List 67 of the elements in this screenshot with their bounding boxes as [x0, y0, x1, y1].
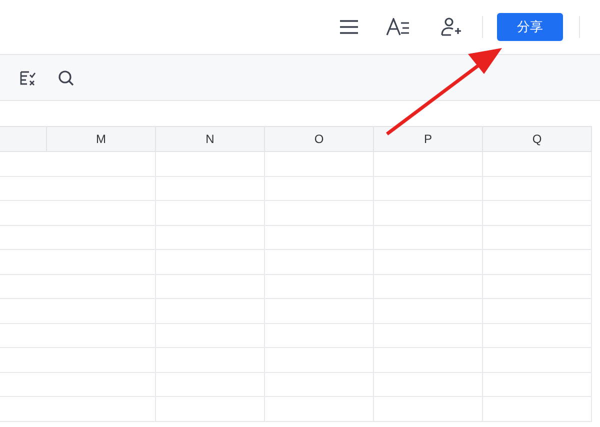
table-cell[interactable] — [483, 152, 592, 176]
table-cell[interactable] — [374, 176, 483, 201]
table-cell[interactable] — [156, 250, 265, 274]
table-cell[interactable] — [265, 397, 374, 422]
table-cell[interactable] — [156, 152, 265, 176]
table-cell[interactable] — [374, 397, 483, 422]
table-cell[interactable] — [47, 348, 156, 372]
text-format-icon[interactable] — [386, 18, 410, 36]
table-cell[interactable] — [47, 201, 156, 226]
table-cell[interactable] — [374, 372, 483, 397]
table-cell[interactable] — [156, 372, 265, 397]
table-cell[interactable] — [374, 201, 483, 226]
column-header[interactable]: P — [374, 126, 483, 152]
table-cell[interactable] — [265, 372, 374, 397]
table-cell[interactable] — [156, 397, 265, 422]
table-cell[interactable] — [156, 176, 265, 201]
table-cell[interactable] — [483, 274, 592, 299]
corner-cell[interactable] — [0, 126, 47, 152]
table-cell[interactable] — [156, 299, 265, 324]
table-cell[interactable] — [47, 324, 156, 348]
table-cell[interactable] — [374, 226, 483, 250]
table-cell[interactable] — [483, 299, 592, 324]
table-cell[interactable] — [483, 324, 592, 348]
table-cell[interactable] — [47, 250, 156, 274]
table-cell[interactable] — [265, 250, 374, 274]
table-cell[interactable] — [156, 348, 265, 372]
column-header[interactable]: Q — [483, 126, 592, 152]
table-cell[interactable] — [483, 372, 592, 397]
table-cell[interactable] — [374, 299, 483, 324]
table-cell[interactable] — [265, 299, 374, 324]
search-icon[interactable] — [58, 70, 74, 86]
table-cell[interactable] — [156, 201, 265, 226]
column-header[interactable]: N — [156, 126, 265, 152]
table-cell[interactable] — [374, 348, 483, 372]
table-cell[interactable] — [265, 348, 374, 372]
table-cell[interactable] — [156, 226, 265, 250]
table-cell[interactable] — [265, 324, 374, 348]
table-cell[interactable] — [47, 176, 156, 201]
table-cell[interactable] — [265, 226, 374, 250]
table-cell[interactable] — [483, 348, 592, 372]
table-cell[interactable] — [374, 324, 483, 348]
table-cell[interactable] — [483, 397, 592, 422]
table-cell[interactable] — [483, 176, 592, 201]
column-header[interactable]: M — [47, 126, 156, 152]
share-button[interactable]: 分享 — [497, 13, 563, 41]
table-cell[interactable] — [374, 274, 483, 299]
column-header[interactable]: O — [265, 126, 374, 152]
table-cell[interactable] — [483, 226, 592, 250]
table-cell[interactable] — [265, 274, 374, 299]
table-cell[interactable] — [156, 324, 265, 348]
table-cell[interactable] — [483, 201, 592, 226]
table-cell[interactable] — [156, 274, 265, 299]
table-cell[interactable] — [47, 152, 156, 176]
table-cell[interactable] — [47, 274, 156, 299]
menu-icon[interactable] — [340, 20, 358, 34]
table-cell[interactable] — [47, 226, 156, 250]
clear-format-icon[interactable] — [20, 70, 36, 86]
table-cell[interactable] — [265, 176, 374, 201]
table-cell[interactable] — [265, 201, 374, 226]
table-cell[interactable] — [47, 372, 156, 397]
table-cell[interactable] — [47, 299, 156, 324]
table-cell[interactable] — [374, 250, 483, 274]
table-cell[interactable] — [265, 152, 374, 176]
table-cell[interactable] — [47, 397, 156, 422]
add-person-icon[interactable] — [440, 17, 462, 37]
table-cell[interactable] — [374, 152, 483, 176]
table-cell[interactable] — [483, 250, 592, 274]
